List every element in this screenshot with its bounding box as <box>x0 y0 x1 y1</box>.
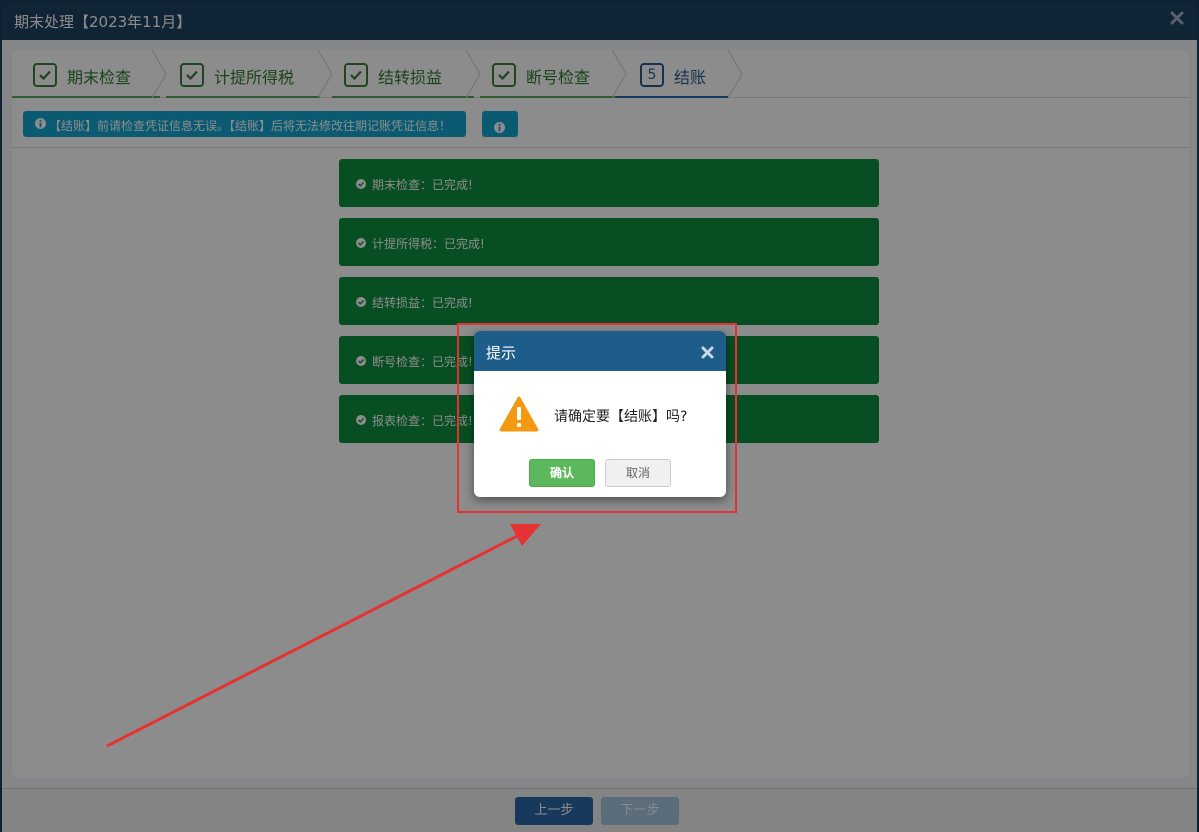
annotation-arrow <box>106 524 541 748</box>
